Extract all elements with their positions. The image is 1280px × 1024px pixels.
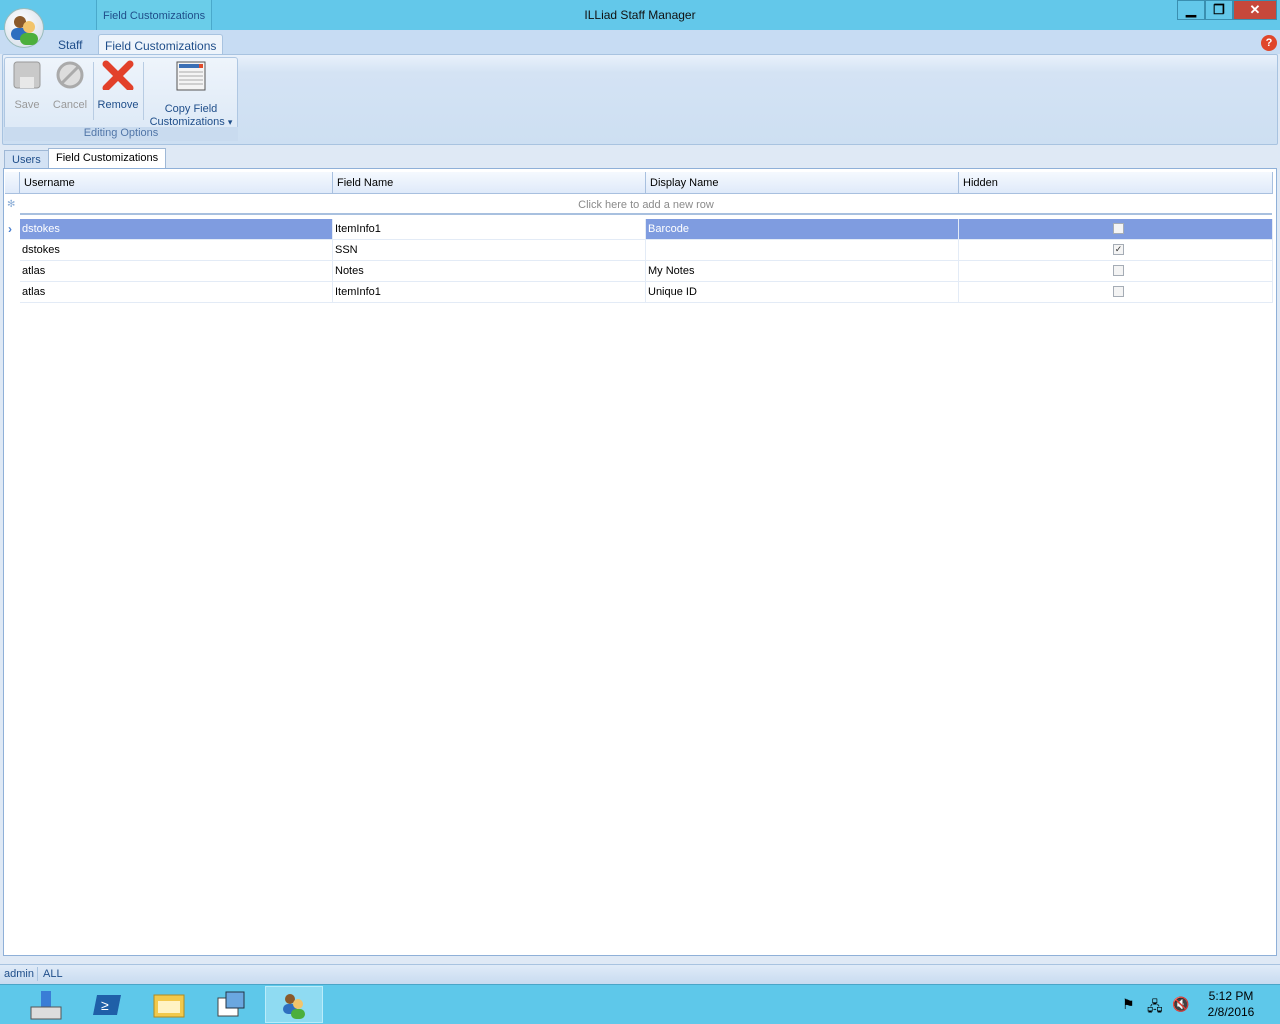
cell-hidden[interactable]: [959, 282, 1273, 303]
clock[interactable]: 5:12 PM 2/8/2016: [1196, 988, 1266, 1020]
staff-manager-taskbar-button[interactable]: [265, 986, 323, 1023]
column-header-hidden[interactable]: Hidden: [959, 172, 1273, 194]
svg-text:≥: ≥: [101, 997, 109, 1013]
hidden-checkbox[interactable]: [1113, 223, 1124, 234]
powershell-icon[interactable]: ≥: [79, 986, 137, 1023]
cell-field-name[interactable]: SSN: [333, 240, 646, 261]
new-row-icon: ✻: [7, 199, 16, 210]
ribbon-tab-field-customizations[interactable]: Field Customizations: [98, 34, 224, 54]
copy-field-customizations-button[interactable]: Copy Field Customizations ▾: [146, 60, 236, 129]
tab-field-customizations[interactable]: Field Customizations: [48, 148, 167, 168]
cell-display-name[interactable]: Barcode: [646, 219, 959, 240]
cancel-label: Cancel: [52, 99, 88, 111]
window-title: ILLiad Staff Manager: [584, 8, 696, 22]
remote-desktop-icon[interactable]: [202, 986, 260, 1023]
hidden-checkbox[interactable]: [1113, 265, 1124, 276]
action-center-flag-icon[interactable]: ⚑: [1122, 996, 1135, 1013]
remove-label: Remove: [97, 99, 139, 111]
floppy-disk-icon: [13, 61, 41, 89]
users-icon: [283, 993, 305, 1019]
group-label: Editing Options: [4, 127, 238, 141]
cell-hidden[interactable]: [959, 261, 1273, 282]
copy-label-line1: Copy Field: [164, 103, 218, 115]
cancel-icon: [56, 61, 84, 89]
cancel-button[interactable]: Cancel: [50, 60, 90, 111]
help-icon[interactable]: ?: [1261, 35, 1277, 51]
separator: [143, 62, 144, 120]
cell-username[interactable]: atlas: [20, 261, 333, 282]
save-label: Save: [14, 99, 40, 111]
tab-users[interactable]: Users: [4, 150, 49, 168]
separator: [93, 62, 94, 120]
clock-time: 5:12 PM: [1208, 989, 1254, 1003]
current-row-indicator-icon: ›: [8, 222, 12, 236]
restore-button[interactable]: ❐: [1205, 0, 1233, 20]
cell-field-name[interactable]: ItemInfo1: [333, 282, 646, 303]
network-icon[interactable]: 🖧: [1147, 996, 1163, 1020]
cell-username[interactable]: dstokes: [20, 240, 333, 261]
cell-display-name[interactable]: Unique ID: [646, 282, 959, 303]
column-header-display-name[interactable]: Display Name: [646, 172, 959, 194]
cell-username[interactable]: dstokes: [20, 219, 333, 240]
volume-muted-icon[interactable]: 🔇: [1172, 996, 1189, 1013]
row-header-corner: [5, 172, 20, 194]
table-icon: [176, 61, 206, 91]
status-scope: ALL: [43, 968, 63, 980]
status-user: admin: [4, 968, 34, 980]
cell-field-name[interactable]: ItemInfo1: [333, 219, 646, 240]
close-button[interactable]: ✕: [1233, 0, 1277, 20]
hidden-checkbox[interactable]: ✓: [1113, 244, 1124, 255]
hidden-checkbox[interactable]: [1113, 286, 1124, 297]
users-icon: [11, 16, 38, 45]
server-manager-icon[interactable]: [17, 986, 75, 1023]
dropdown-arrow-icon: ▾: [227, 117, 233, 127]
ribbon-tab-staff[interactable]: Staff: [52, 34, 88, 54]
column-header-field-name[interactable]: Field Name: [333, 172, 646, 194]
red-x-icon: [102, 60, 134, 92]
cell-field-name[interactable]: Notes: [333, 261, 646, 282]
cell-username[interactable]: atlas: [20, 282, 333, 303]
status-bar: admin ALL: [0, 964, 1280, 984]
column-header-username[interactable]: Username: [20, 172, 333, 194]
cell-hidden[interactable]: ✓: [959, 240, 1273, 261]
cell-hidden[interactable]: [959, 219, 1273, 240]
app-menu-button[interactable]: [4, 8, 44, 48]
clock-date: 2/8/2016: [1207, 1005, 1255, 1019]
add-new-row[interactable]: Click here to add a new row: [20, 194, 1272, 215]
cell-display-name[interactable]: My Notes: [646, 261, 959, 282]
save-button[interactable]: Save: [8, 60, 46, 111]
remove-button[interactable]: Remove: [96, 60, 140, 111]
minimize-button[interactable]: ▁: [1177, 0, 1205, 20]
cell-display-name[interactable]: [646, 240, 959, 261]
file-explorer-icon[interactable]: [140, 986, 198, 1023]
